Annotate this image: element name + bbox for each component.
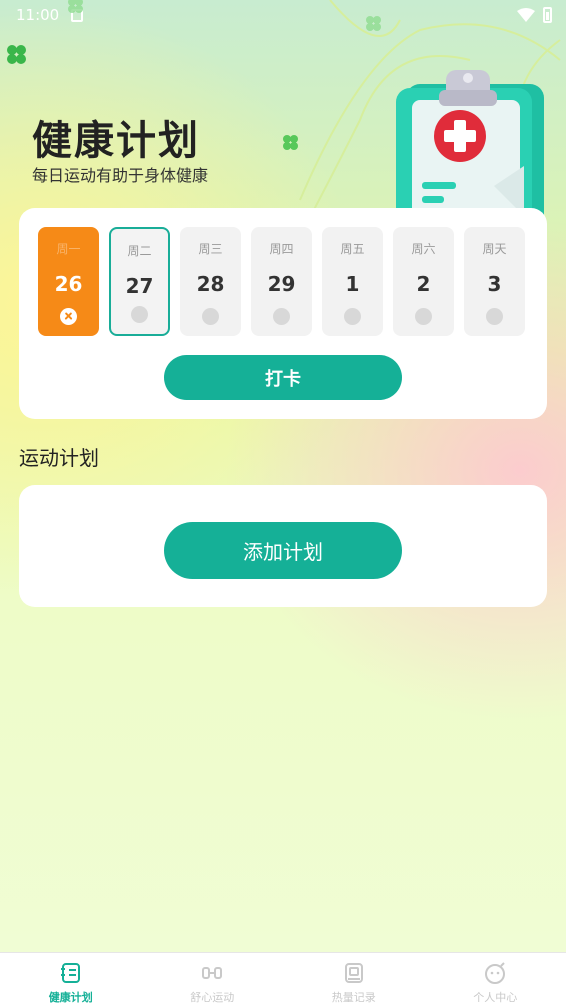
day-cell[interactable]: 周天 3 [464, 227, 525, 336]
day-date: 29 [267, 272, 296, 296]
day-weekday: 周四 [269, 242, 294, 256]
nav-item-exercise[interactable]: 舒心运动 [142, 953, 284, 1008]
page-title: 健康计划 [32, 118, 200, 164]
day-weekday: 周六 [411, 242, 436, 256]
day-date: 1 [345, 272, 360, 296]
day-cell[interactable]: 周五 1 [322, 227, 383, 336]
day-cell[interactable]: 周二 27 [109, 227, 170, 336]
day-weekday: 周五 [340, 242, 365, 256]
profile-smile-icon [485, 962, 506, 984]
exercise-plan-title: 运动计划 [19, 446, 99, 470]
day-date: 2 [416, 272, 431, 296]
nav-label: 个人中心 [473, 991, 518, 1004]
health-plan-icon [60, 963, 80, 983]
day-cell[interactable]: 周四 29 [251, 227, 312, 336]
day-cell[interactable]: 周三 28 [180, 227, 241, 336]
medical-clipboard-icon [396, 70, 544, 216]
nav-item-health-plan[interactable]: 健康计划 [0, 953, 142, 1008]
dumbbell-icon [202, 967, 223, 979]
day-cell[interactable]: 周六 2 [393, 227, 454, 336]
day-date: 27 [125, 274, 154, 298]
nav-label: 舒心运动 [190, 991, 235, 1004]
day-weekday: 周天 [482, 242, 507, 256]
calorie-book-icon [344, 963, 363, 983]
nav-item-calorie[interactable]: 热量记录 [283, 953, 425, 1008]
day-date: 3 [487, 272, 502, 296]
exercise-plan-card: 添加计划 [19, 485, 547, 607]
status-dot-icon [415, 308, 432, 325]
day-cell[interactable]: 周一 26 [38, 227, 99, 336]
status-dot-icon [344, 308, 361, 325]
nav-label: 健康计划 [48, 991, 93, 1004]
day-weekday: 周一 [56, 242, 81, 256]
nav-item-profile[interactable]: 个人中心 [425, 953, 566, 1008]
status-dot-icon [486, 308, 503, 325]
week-calendar-card: 周一 26 周二 27 周三 28 周四 29 周五 1 周六 2 周天 3 打卡 [19, 208, 547, 419]
bottom-navigation: 健康计划 舒心运动 热量记录 个人中心 [0, 952, 566, 1008]
page-subtitle: 每日运动有助于身体健康 [32, 166, 209, 185]
clover-icon [7, 45, 26, 64]
add-plan-button[interactable]: 添加计划 [164, 522, 402, 579]
day-weekday: 周二 [127, 244, 152, 258]
day-weekday: 周三 [198, 242, 223, 256]
day-date: 28 [196, 272, 225, 296]
status-dot-icon [202, 308, 219, 325]
missed-status-icon [60, 308, 77, 325]
status-dot-icon [131, 306, 148, 323]
status-dot-icon [273, 308, 290, 325]
day-list: 周一 26 周二 27 周三 28 周四 29 周五 1 周六 2 周天 3 [38, 227, 525, 336]
checkin-button[interactable]: 打卡 [164, 355, 402, 400]
day-date: 26 [54, 272, 83, 296]
nav-label: 热量记录 [331, 991, 376, 1004]
